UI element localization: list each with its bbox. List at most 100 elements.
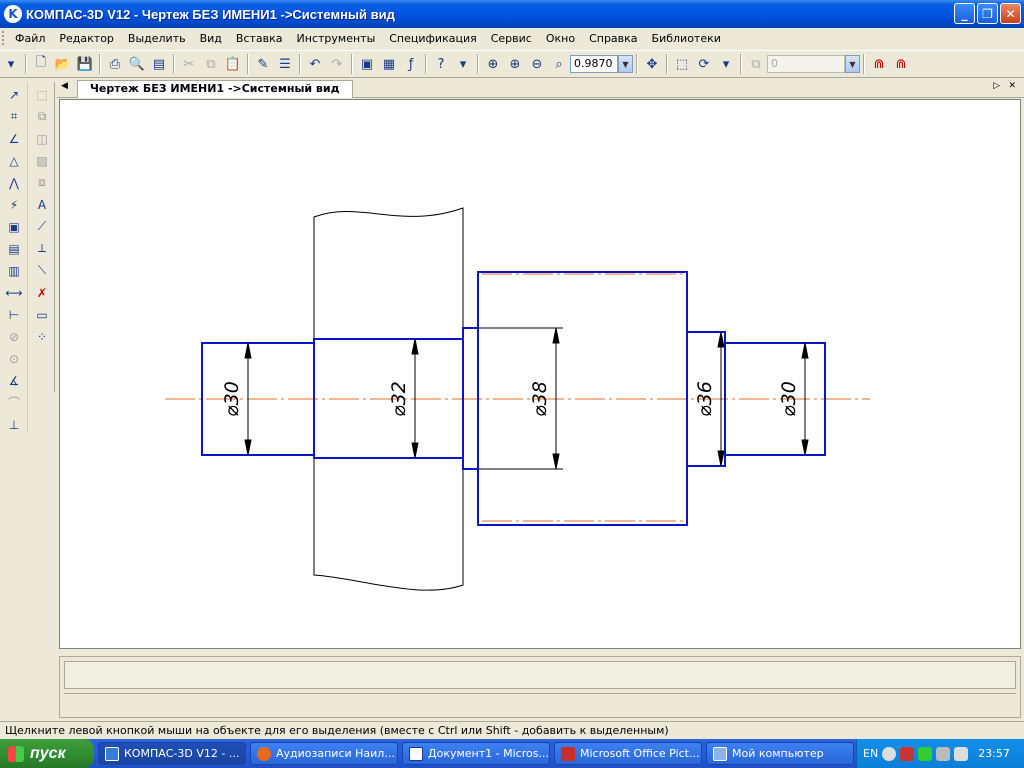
help-dropdown-icon[interactable]: ▾ <box>452 53 474 75</box>
menu-insert[interactable]: Вставка <box>229 32 290 45</box>
parametrization-icon[interactable]: ⋀ <box>2 173 26 192</box>
bisector-icon[interactable]: ⟍ <box>30 261 54 280</box>
menu-specification[interactable]: Спецификация <box>382 32 483 45</box>
points-icon[interactable]: ⁘ <box>30 327 54 346</box>
paste-icon[interactable]: 📋 <box>222 53 244 75</box>
new-document-icon[interactable]: 🗋 <box>30 53 52 75</box>
minimize-button[interactable]: _ <box>954 3 975 24</box>
layer-field[interactable]: 0 <box>767 55 845 73</box>
tab-drawing[interactable]: Чертеж БЕЗ ИМЕНИ1 ->Системный вид <box>77 80 353 98</box>
tangent-icon[interactable]: ⟋ <box>30 217 54 236</box>
task-firefox[interactable]: Аудиозаписи Наил... <box>250 742 398 765</box>
tray-download-icon[interactable] <box>918 746 933 761</box>
zoom-scale-icon[interactable]: ⌕ <box>548 53 570 75</box>
arc-dimension-icon[interactable]: ⌒ <box>2 393 26 412</box>
task-my-computer[interactable]: Мой компьютер <box>706 742 854 765</box>
start-button[interactable]: пуск <box>0 739 94 768</box>
refresh-dropdown-icon[interactable]: ▾ <box>715 53 737 75</box>
title-bar[interactable]: K КОМПАС-3D V12 - Чертеж БЕЗ ИМЕНИ1 ->Си… <box>0 0 1024 28</box>
roughness-icon[interactable]: ⊥ <box>2 415 26 434</box>
layer-dropdown-icon[interactable]: ▼ <box>845 55 860 73</box>
frame-icon[interactable]: ▭ <box>30 305 54 324</box>
zoom-window-icon[interactable]: ⊕ <box>482 53 504 75</box>
angular-dimension-icon[interactable]: ∡ <box>2 371 26 390</box>
close-button[interactable]: ✕ <box>1000 3 1021 24</box>
help-pointer-icon[interactable]: ? <box>430 53 452 75</box>
menu-select[interactable]: Выделить <box>121 32 193 45</box>
dim-text-1[interactable]: ⌀30 <box>221 381 243 417</box>
menu-editor[interactable]: Редактор <box>52 32 121 45</box>
print-preview-icon[interactable]: 🔍 <box>126 53 148 75</box>
spec-icon[interactable]: ▥ <box>2 261 26 280</box>
tray-clock[interactable]: 23:57 <box>978 747 1010 760</box>
tab-scroll-left-icon[interactable]: ◀ <box>61 81 68 91</box>
copy-icon[interactable]: ⧉ <box>200 53 222 75</box>
task-word[interactable]: Документ1 - Micros... <box>402 742 550 765</box>
menu-tools[interactable]: Инструменты <box>290 32 383 45</box>
editing-icon[interactable]: △ <box>2 151 26 170</box>
zoom-out-icon[interactable]: ⊖ <box>526 53 548 75</box>
open-folder-icon[interactable]: 📂 <box>52 53 74 75</box>
dim-text-5[interactable]: ⌀30 <box>778 381 800 417</box>
task-kompas[interactable]: КОМПАС-3D V12 - ... <box>98 742 246 765</box>
tab-scroll-right-icon[interactable]: ▷ <box>993 81 1000 91</box>
tab-close-icon[interactable]: ✕ <box>1008 81 1016 91</box>
square-icon[interactable]: ◫ <box>30 129 54 148</box>
print-icon[interactable]: ⎙ <box>104 53 126 75</box>
zoom-in-icon[interactable]: ⊕ <box>504 53 526 75</box>
delete-icon[interactable]: ✗ <box>30 283 54 302</box>
refresh-icon[interactable]: ⟳ <box>693 53 715 75</box>
tray-volume-icon[interactable] <box>954 746 969 761</box>
toolbar-options-icon[interactable]: ▾ <box>0 53 22 75</box>
show-all-icon[interactable]: ⬚ <box>671 53 693 75</box>
measurements-icon[interactable]: ⚡ <box>2 195 26 214</box>
language-indicator[interactable]: EN <box>863 747 878 760</box>
manager-document-icon[interactable]: ▣ <box>356 53 378 75</box>
menu-libraries[interactable]: Библиотеки <box>645 32 728 45</box>
diameter-dimension-icon[interactable]: ⊙ <box>2 349 26 368</box>
menu-file[interactable]: Файл <box>8 32 52 45</box>
auto-dimension-icon[interactable]: ⊢ <box>2 305 26 324</box>
preview-icon[interactable]: ▤ <box>148 53 170 75</box>
tray-app-icon[interactable] <box>882 746 897 761</box>
parallel-icon[interactable]: ⧉ <box>30 107 54 126</box>
zoom-dropdown-icon[interactable]: ▼ <box>618 55 633 73</box>
save-icon[interactable]: 💾 <box>74 53 96 75</box>
text-icon[interactable]: A <box>30 195 54 214</box>
undo-icon[interactable]: ↶ <box>304 53 326 75</box>
properties-brush-icon[interactable]: ✎ <box>252 53 274 75</box>
menu-view[interactable]: Вид <box>193 32 229 45</box>
associative-views-icon[interactable]: ▤ <box>2 239 26 258</box>
object-list-icon[interactable]: ☰ <box>274 53 296 75</box>
perpendicular-icon[interactable]: ⟂ <box>30 239 54 258</box>
property-panel-tabs[interactable] <box>64 693 1016 715</box>
radial-dimension-icon[interactable]: ⊘ <box>2 327 26 346</box>
variables-icon[interactable]: ▦ <box>378 53 400 75</box>
linear-dimension-icon[interactable]: ⟷ <box>2 283 26 302</box>
tray-kaspersky-icon[interactable] <box>900 746 915 761</box>
function-icon[interactable]: ƒ <box>400 53 422 75</box>
redo-icon[interactable]: ↷ <box>326 53 348 75</box>
dim-text-2[interactable]: ⌀32 <box>388 381 410 417</box>
property-panel-area[interactable] <box>64 661 1016 689</box>
fragment-icon[interactable]: ⧈ <box>30 173 54 192</box>
geometry-icon[interactable]: ↗ <box>2 85 26 104</box>
tray-network-icon[interactable] <box>936 746 951 761</box>
zoom-value-field[interactable]: 0.9870 <box>570 55 618 73</box>
dimensions-icon[interactable]: ⌗ <box>2 107 26 126</box>
segment-icon[interactable]: ⬚ <box>30 85 54 104</box>
layer-icon[interactable]: ⧉ <box>745 53 767 75</box>
selection-icon[interactable]: ▣ <box>2 217 26 236</box>
menu-help[interactable]: Справка <box>582 32 644 45</box>
hatch-icon[interactable]: ▨ <box>30 151 54 170</box>
snap-magnet-icon[interactable]: ⋒ <box>868 53 890 75</box>
snap-local-icon[interactable]: ⋒ <box>890 53 912 75</box>
drawing-canvas[interactable]: ⌀30 ⌀32 ⌀38 ⌀36 ⌀30 <box>59 99 1021 649</box>
dim-text-4[interactable]: ⌀36 <box>694 381 716 417</box>
dim-text-3[interactable]: ⌀38 <box>529 381 551 417</box>
menu-service[interactable]: Сервис <box>484 32 539 45</box>
task-picture-manager[interactable]: Microsoft Office Pict... <box>554 742 702 765</box>
designations-icon[interactable]: ∠ <box>2 129 26 148</box>
restore-button[interactable]: ❐ <box>977 3 998 24</box>
kompas-app-icon[interactable]: K <box>4 5 22 23</box>
